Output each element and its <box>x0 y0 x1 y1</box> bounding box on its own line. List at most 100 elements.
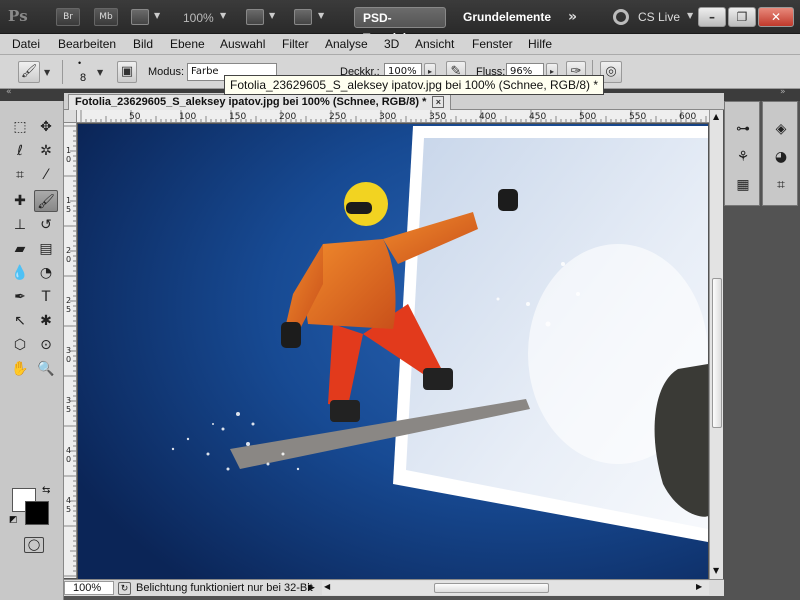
clone-source-icon[interactable]: ▦ <box>732 174 754 196</box>
paths-icon[interactable]: ⌗ <box>770 174 792 196</box>
document-canvas[interactable] <box>78 124 708 579</box>
text-tool-icon[interactable]: T <box>34 286 58 308</box>
channels-icon[interactable]: ◕ <box>770 146 792 168</box>
lasso-tool-icon[interactable]: ℓ <box>8 140 32 162</box>
ruler-label: 5 <box>66 205 71 214</box>
menu-3d[interactable]: 3D <box>384 37 399 51</box>
pen-tool-icon[interactable]: ✒ <box>8 286 32 308</box>
dodge-tool-icon[interactable]: ◔ <box>34 262 58 284</box>
ruler-label: 200 <box>279 112 296 122</box>
quick-mask-icon[interactable]: ◯ <box>24 537 44 553</box>
blur-tool-icon[interactable]: 💧 <box>8 262 32 284</box>
marquee-tool-icon[interactable]: ⬚ <box>8 116 32 138</box>
collapse-icon[interactable]: » <box>780 87 786 97</box>
right-boot <box>423 368 453 390</box>
path-selection-icon[interactable]: ↖ <box>8 310 32 332</box>
vertical-scroll-thumb[interactable] <box>712 278 722 428</box>
chevron-down-icon[interactable]: ▼ <box>269 11 275 20</box>
view-extras-icon[interactable] <box>131 9 149 25</box>
menu-datei[interactable]: Datei <box>12 37 40 51</box>
dock-column-2: ◈ ◕ ⌗ <box>762 101 798 206</box>
collapse-icon[interactable]: « <box>6 87 12 97</box>
healing-brush-icon[interactable]: ✚ <box>8 190 32 212</box>
menu-filter[interactable]: Filter <box>282 37 309 51</box>
eraser-icon[interactable]: ▰ <box>8 238 32 260</box>
brush-tool-icon[interactable]: 🖌 <box>18 61 40 83</box>
zoom-level[interactable]: 100% <box>183 11 214 25</box>
close-button[interactable]: ✕ <box>758 7 794 27</box>
styles-icon[interactable]: ⚘ <box>732 146 754 168</box>
ruler-label: 150 <box>229 112 246 122</box>
ruler-label: 2 <box>66 246 71 255</box>
screen-mode-icon[interactable] <box>294 9 312 25</box>
swap-colors-icon[interactable]: ⇆ <box>42 485 50 496</box>
ruler-label: 0 <box>66 455 71 464</box>
menu-ebene[interactable]: Ebene <box>170 37 205 51</box>
menu-fenster[interactable]: Fenster <box>472 37 513 51</box>
shape-tool-icon[interactable]: ✱ <box>34 310 58 332</box>
chevron-down-icon[interactable]: ▼ <box>220 11 226 20</box>
chevron-down-icon[interactable]: ▼ <box>97 68 103 77</box>
brush-panel-icon[interactable]: ▣ <box>117 61 137 83</box>
goggles <box>346 202 372 214</box>
chevron-down-icon[interactable]: ▼ <box>154 11 160 20</box>
horizontal-scroll-thumb[interactable] <box>434 583 549 593</box>
menu-ansicht[interactable]: Ansicht <box>415 37 454 51</box>
vertical-ruler[interactable]: 1015202530354045 <box>64 123 77 578</box>
adjustments-icon[interactable]: ⊶ <box>732 118 754 140</box>
arrange-documents-icon[interactable] <box>246 9 264 25</box>
crop-tool-icon[interactable]: ⌗ <box>8 164 32 186</box>
3d-rotate-icon[interactable]: ⬡ <box>8 334 32 356</box>
menu-auswahl[interactable]: Auswahl <box>220 37 265 51</box>
status-info-icon[interactable]: ↻ <box>118 582 131 595</box>
scroll-down-icon[interactable]: ▼ <box>713 566 719 575</box>
menu-bild[interactable]: Bild <box>133 37 153 51</box>
scroll-right-icon[interactable]: ▶ <box>696 582 702 591</box>
menu-bearbeiten[interactable]: Bearbeiten <box>58 37 116 51</box>
ruler-label: 250 <box>329 112 346 122</box>
menu-hilfe[interactable]: Hilfe <box>528 37 552 51</box>
cslive-icon[interactable] <box>613 9 629 25</box>
ruler-label: 4 <box>66 446 71 455</box>
brush-size[interactable]: 8 <box>80 72 86 84</box>
scroll-up-icon[interactable]: ▲ <box>713 112 719 121</box>
chevron-down-icon[interactable]: ▼ <box>687 11 693 20</box>
minimize-button[interactable]: – <box>698 7 726 27</box>
chevron-down-icon[interactable]: ▼ <box>44 68 50 77</box>
more-workspaces-icon[interactable]: » <box>568 9 577 25</box>
history-brush-icon[interactable]: ↺ <box>34 214 58 236</box>
layers-icon[interactable]: ◈ <box>770 118 792 140</box>
vertical-ruler-ticks: 1015202530354045 <box>64 125 76 577</box>
horizontal-ruler[interactable]: 50 100 150 200 250 300 350 400 450 500 550 600 <box>77 110 709 123</box>
scroll-left-icon[interactable]: ◀ <box>324 582 330 591</box>
mode-label: Modus: <box>148 66 185 78</box>
vertical-scrollbar[interactable]: ▲ ▼ <box>709 110 723 579</box>
magic-wand-icon[interactable]: ✲ <box>34 140 58 162</box>
restore-button[interactable]: ❐ <box>728 7 756 27</box>
workspace-psd-tutorials[interactable]: PSD-Tutorials <box>354 7 446 45</box>
background-color-swatch[interactable] <box>25 501 49 525</box>
cslive-label[interactable]: CS Live <box>638 10 680 24</box>
clone-stamp-icon[interactable]: ⊥ <box>8 214 32 236</box>
workspace-grundelemente[interactable]: Grundelemente <box>455 7 559 28</box>
ruler-origin[interactable] <box>64 110 77 123</box>
eyedropper-icon[interactable]: ⁄ <box>34 164 58 186</box>
document-tab[interactable]: Fotolia_23629605_S_aleksey ipatov.jpg be… <box>68 94 452 110</box>
horizontal-scrollbar[interactable]: ◀ ▶ <box>322 581 709 595</box>
close-tab-icon[interactable]: × <box>432 96 445 108</box>
default-colors-icon[interactable]: ◩ <box>9 515 18 525</box>
right-panel-dock: ⊶ ⚘ ▦ ◈ ◕ ⌗ <box>724 101 800 600</box>
minibridge-button[interactable]: Mb <box>94 8 118 26</box>
hand-tool-icon[interactable]: ✋ <box>8 358 32 380</box>
zoom-tool-icon[interactable]: 🔍 <box>34 358 58 380</box>
status-menu-arrow-icon[interactable]: ▶ <box>308 582 315 593</box>
move-tool-icon[interactable]: ✥ <box>34 116 58 138</box>
bridge-button[interactable]: Br <box>56 8 80 26</box>
ruler-label: 500 <box>579 112 596 122</box>
status-zoom-field[interactable]: 100% <box>64 581 114 595</box>
chevron-down-icon[interactable]: ▼ <box>318 11 324 20</box>
menu-analyse[interactable]: Analyse <box>325 37 368 51</box>
gradient-tool-icon[interactable]: ▤ <box>34 238 58 260</box>
3d-orbit-icon[interactable]: ⊙ <box>34 334 58 356</box>
brush-tool-icon[interactable]: 🖌 <box>34 190 58 212</box>
